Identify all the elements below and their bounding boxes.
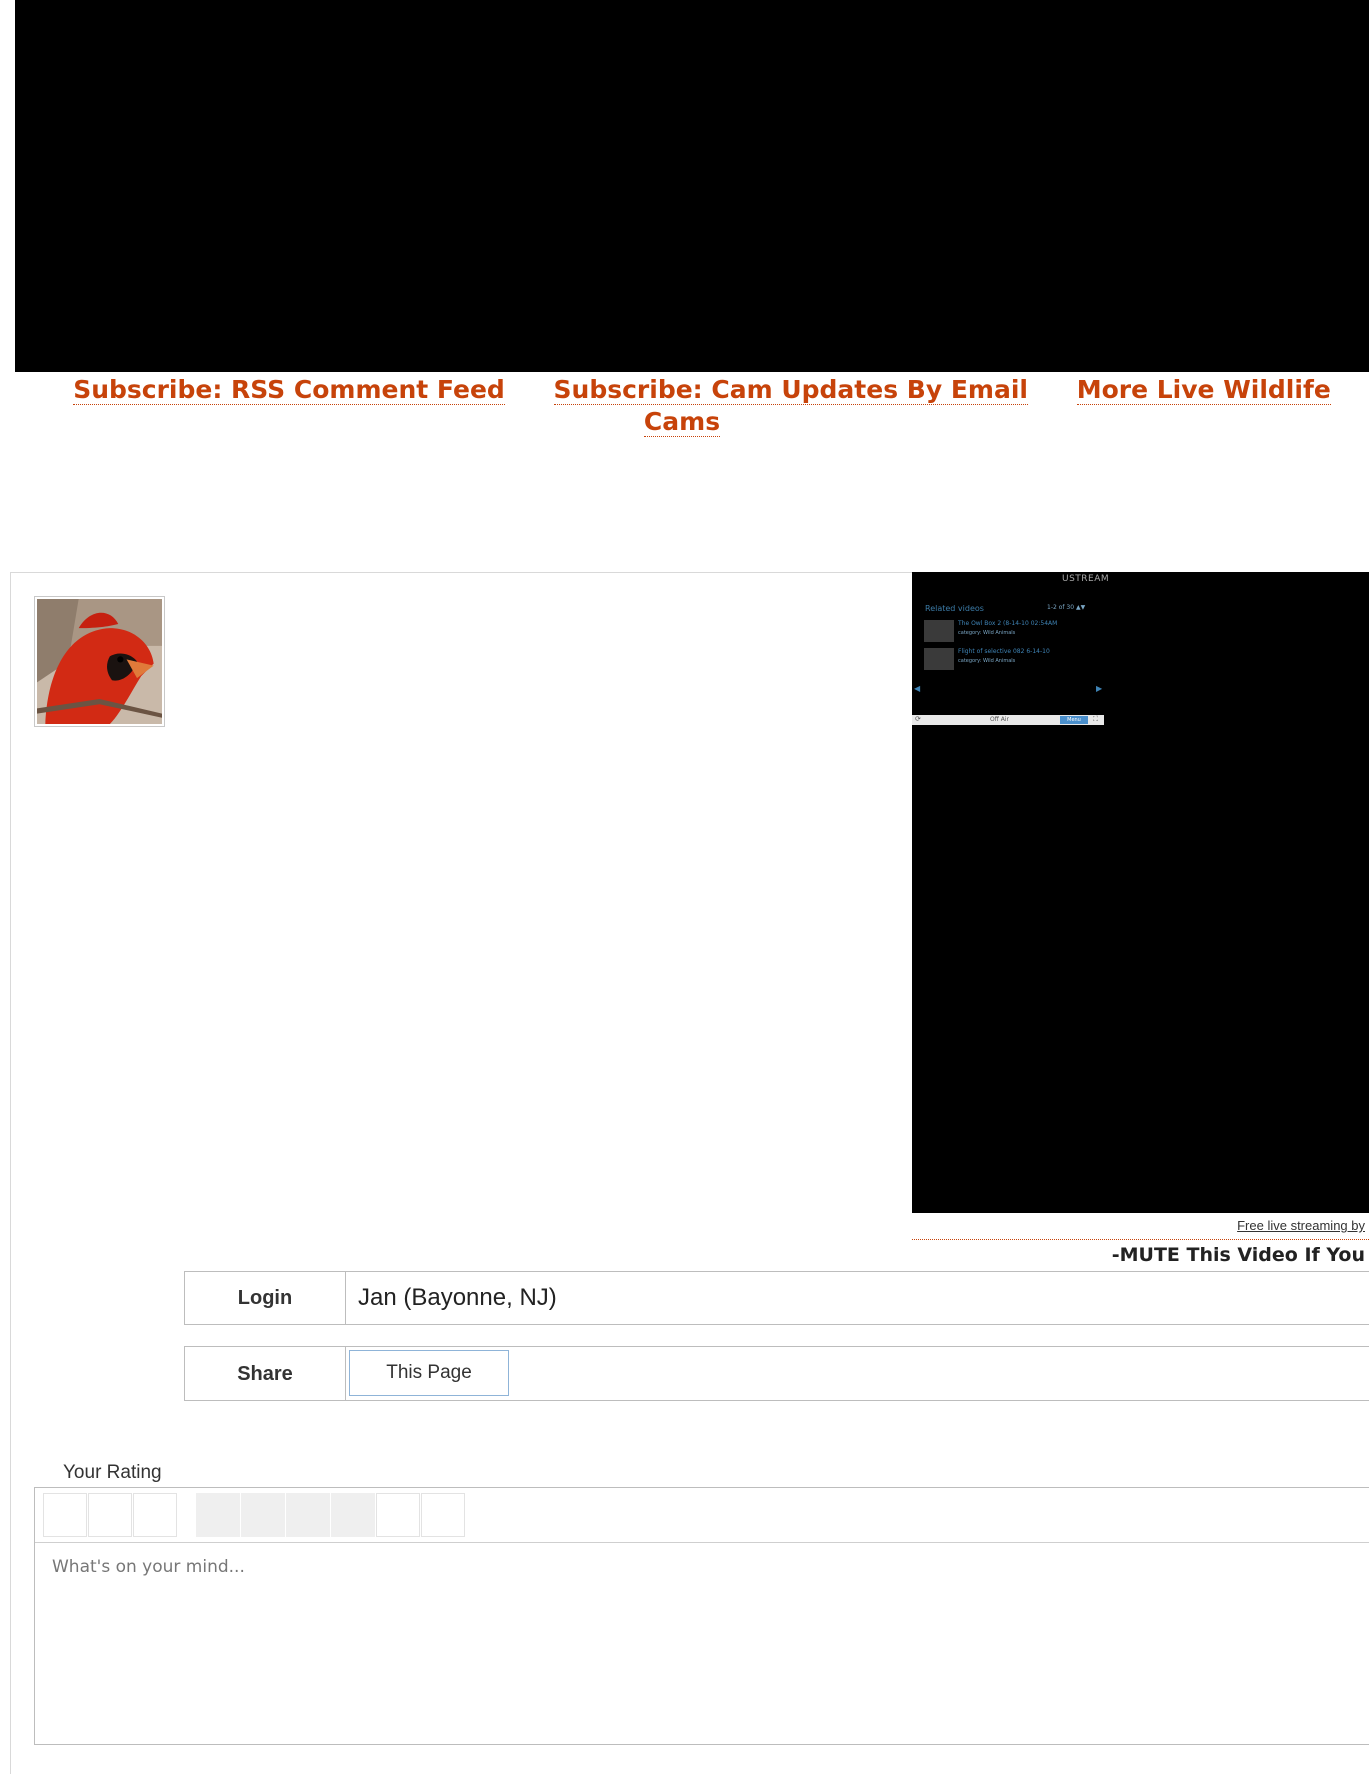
related-video-category: category: Wild Animals [958, 658, 1016, 664]
free-live-streaming-link[interactable]: Free live streaming by [1237, 1218, 1365, 1233]
rating-star-4[interactable] [196, 1493, 240, 1537]
rating-star-8[interactable] [376, 1493, 420, 1537]
rating-star-6[interactable] [286, 1493, 330, 1537]
rss-comment-feed-link[interactable]: Subscribe: RSS Comment Feed [73, 375, 505, 405]
player-status: Off Air [990, 716, 1010, 723]
video-thumbnail [924, 620, 954, 642]
rating-star-1[interactable] [43, 1493, 87, 1537]
related-video-title[interactable]: The Owl Box 2 (8-14-10 02:54AM [958, 620, 1057, 627]
rating-star-5[interactable] [241, 1493, 285, 1537]
related-videos-count: 1-2 of 30 ▲▼ [1047, 604, 1086, 611]
player-menu-button[interactable]: Menu [1060, 716, 1088, 724]
related-videos-title: Related videos [925, 604, 984, 613]
ustream-player[interactable]: USTREAM Related videos 1-2 of 30 ▲▼ The … [912, 572, 1369, 1213]
stream-credit: Free live streaming by [912, 1214, 1369, 1240]
rating-star-9[interactable] [421, 1493, 465, 1537]
share-label: Share [185, 1347, 346, 1400]
top-video-player[interactable] [15, 0, 1369, 372]
share-this-page-button[interactable]: This Page [349, 1350, 509, 1396]
refresh-icon[interactable]: ⟳ [915, 715, 921, 723]
share-row: Share This Page [184, 1346, 1369, 1401]
player-control-bar: ⟳ Off Air Menu ⛶ [912, 715, 1104, 725]
fullscreen-icon[interactable]: ⛶ [1093, 715, 1098, 724]
related-video-category: category: Wild Animals [958, 630, 1016, 636]
comment-box [34, 1487, 1369, 1745]
login-user-name[interactable]: Jan (Bayonne, NJ) [358, 1272, 557, 1324]
rating-label: Your Rating [63, 1462, 162, 1483]
cardinal-avatar-image [37, 599, 162, 724]
ustream-logo: USTREAM [1062, 574, 1110, 584]
mute-notice: -MUTE This Video If You [1111, 1244, 1365, 1266]
comment-input[interactable] [35, 1543, 1369, 1743]
next-arrow-icon[interactable]: ▶ [1096, 684, 1102, 693]
avatar [34, 596, 165, 727]
login-label: Login [185, 1272, 346, 1324]
subscribe-links: Subscribe: RSS Comment Feed Subscribe: C… [15, 374, 1369, 438]
video-thumbnail [924, 648, 954, 670]
login-row: Login Jan (Bayonne, NJ) [184, 1271, 1369, 1325]
related-video-title[interactable]: Flight of selective 082 6-14-10 [958, 648, 1050, 655]
related-video-item[interactable]: The Owl Box 2 (8-14-10 02:54AM category:… [924, 620, 1094, 644]
rating-star-2[interactable] [88, 1493, 132, 1537]
rating-star-3[interactable] [133, 1493, 177, 1537]
cam-updates-email-link[interactable]: Subscribe: Cam Updates By Email [553, 375, 1028, 405]
related-video-item[interactable]: Flight of selective 082 6-14-10 category… [924, 648, 1094, 672]
rating-star-7[interactable] [331, 1493, 375, 1537]
prev-arrow-icon[interactable]: ◀ [914, 684, 920, 693]
